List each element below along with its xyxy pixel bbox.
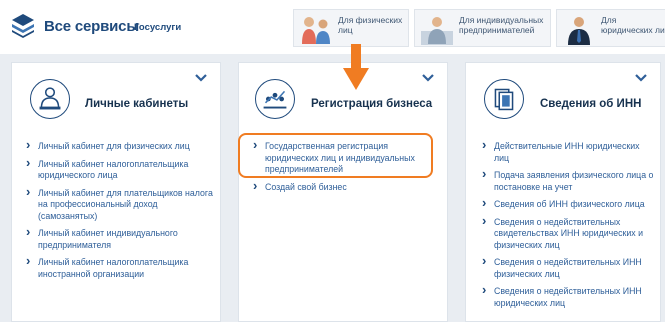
audience-individuals-tab[interactable]: Для физических лиц <box>293 9 409 47</box>
link-list: Личный кабинет для физических лиц Личный… <box>26 139 214 286</box>
card-business-registration: Регистрация бизнеса Государственная реги… <box>238 62 448 322</box>
card-personal-accounts: Личные кабинеты Личный кабинет для физич… <box>11 62 221 322</box>
service-link[interactable]: Действительные ИНН юридических лиц <box>482 139 654 164</box>
service-link[interactable]: Сведения об ИНН физического лица <box>482 197 654 211</box>
highlight-box <box>238 133 433 178</box>
card-title: Личные кабинеты <box>85 98 189 110</box>
service-link[interactable]: Личный кабинет налогоплательщика иностра… <box>26 255 214 280</box>
service-link[interactable]: Сведения о недействительных свидетельств… <box>482 215 654 252</box>
service-link[interactable]: Личный кабинет для физических лиц <box>26 139 214 153</box>
arrow-down-icon <box>343 44 369 90</box>
service-link[interactable]: Личный кабинет для плательщиков налога н… <box>26 186 214 223</box>
chevron-down-icon[interactable] <box>634 73 648 83</box>
audience-entrepreneurs-tab[interactable]: Для индивидуальных предпринимателей <box>414 9 551 47</box>
family-photo-icon <box>302 17 330 44</box>
service-link[interactable]: Создай свой бизнес <box>253 180 441 194</box>
person-desk-icon <box>30 79 70 119</box>
service-link[interactable]: Личный кабинет налогоплательщика юридиче… <box>26 157 214 182</box>
audience-label: Для индивидуальных предпринимателей <box>459 15 544 35</box>
service-link[interactable]: Сведения о недействительных ИНН физическ… <box>482 255 654 280</box>
service-link[interactable]: Сведения о недействительных ИНН юридичес… <box>482 284 654 309</box>
businessman-photo-icon <box>568 17 590 45</box>
growth-chart-icon <box>255 79 295 119</box>
audience-label: Для физических лиц <box>338 15 403 35</box>
card-title: Сведения об ИНН <box>540 98 642 110</box>
service-link[interactable]: Подача заявления физического лица о пост… <box>482 168 654 193</box>
audience-label: Для юридических лиц <box>601 15 665 35</box>
card-inn-info: Сведения об ИНН Действительные ИНН юриди… <box>465 62 661 322</box>
entrepreneur-photo-icon <box>421 17 453 45</box>
documents-icon <box>484 79 524 119</box>
chevron-down-icon[interactable] <box>194 73 208 83</box>
gosuslugi-label: Госуслуги <box>134 22 182 33</box>
card-title: Регистрация бизнеса <box>311 98 433 110</box>
top-bar: Все сервисы Госуслуги Для физических лиц… <box>0 0 665 54</box>
link-list: Действительные ИНН юридических лиц Подач… <box>482 139 654 315</box>
chevron-down-icon[interactable] <box>421 73 435 83</box>
all-services-logo-icon[interactable] <box>10 12 36 38</box>
service-link[interactable]: Личный кабинет индивидуального предприни… <box>26 226 214 251</box>
page-title[interactable]: Все сервисы <box>44 18 139 35</box>
audience-legal-entities-tab[interactable]: Для юридических лиц <box>556 9 665 47</box>
